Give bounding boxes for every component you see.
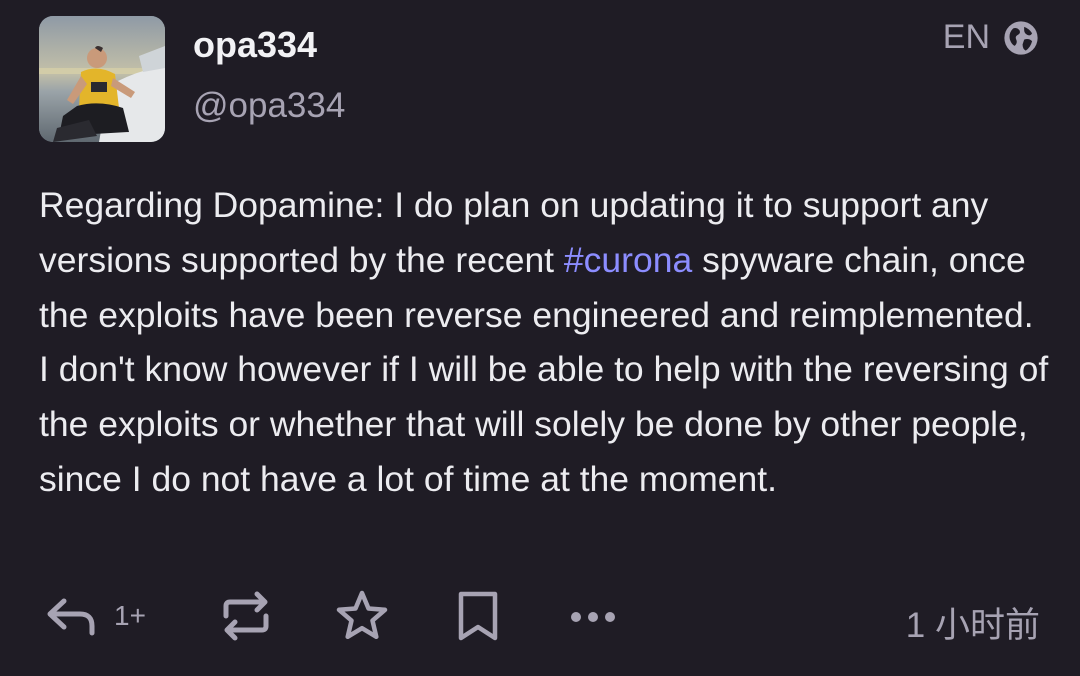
reply-button[interactable]: 1+: [44, 585, 146, 647]
reply-icon: [47, 598, 95, 636]
star-icon: [336, 590, 388, 640]
language-indicator[interactable]: EN: [943, 18, 1040, 57]
account-handle[interactable]: @opa334: [193, 86, 345, 126]
boost-icon: [223, 591, 269, 641]
boost-button[interactable]: [218, 585, 274, 647]
avatar-image: [39, 16, 165, 142]
post-timestamp[interactable]: 1 小时前: [906, 597, 1040, 648]
reply-count: 1+: [114, 600, 146, 631]
more-icon: [571, 612, 615, 622]
more-button[interactable]: [568, 585, 618, 647]
globe-icon: [1004, 20, 1038, 55]
post-text: Regarding Dopamine: I do plan on updatin…: [39, 178, 1049, 507]
bookmark-icon: [458, 591, 498, 641]
bookmark-button[interactable]: [455, 585, 501, 647]
avatar[interactable]: [39, 16, 165, 142]
post: opa334 @opa334 EN Regarding Dopamine: I …: [0, 0, 1080, 676]
post-content: Regarding Dopamine: I do plan on updatin…: [39, 178, 1049, 507]
language-code: EN: [942, 18, 990, 56]
action-bar: 1+ 1 小时前: [0, 585, 1080, 655]
favourite-button[interactable]: [334, 585, 390, 647]
display-name[interactable]: opa334: [193, 24, 317, 66]
hashtag-link[interactable]: #curona: [564, 240, 692, 280]
